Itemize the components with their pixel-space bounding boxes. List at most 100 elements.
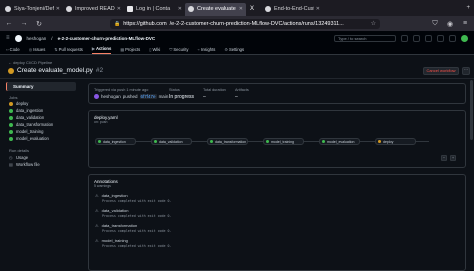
- graph-node-model-evaluation[interactable]: model_evaluation: [319, 138, 360, 145]
- success-check-icon: [266, 140, 269, 143]
- account-icon[interactable]: ◉: [446, 20, 454, 28]
- artifacts-label: Artifacts: [235, 88, 249, 92]
- more-options-icon[interactable]: ⋯: [462, 67, 470, 75]
- browser-tab[interactable]: Improved README✕: [63, 3, 124, 16]
- success-check-icon: [9, 115, 13, 120]
- workflow-trigger: on: push: [94, 120, 108, 124]
- warning-icon: ⚠: [95, 238, 99, 243]
- github-icon: [188, 6, 194, 12]
- copilot-icon[interactable]: [401, 34, 408, 42]
- actor-link[interactable]: heshogan: [101, 94, 121, 99]
- url-host: https://github.com: [123, 20, 167, 27]
- warning-icon: ⚠: [95, 193, 99, 198]
- bookmark-star-icon[interactable]: ☆: [371, 20, 376, 27]
- sidebar-item-summary[interactable]: Summary: [6, 82, 76, 91]
- url-bar[interactable]: 🔒 https://github.com/e-2-2-customer-chur…: [110, 18, 380, 29]
- close-icon[interactable]: ✕: [239, 6, 243, 12]
- workflow-graph: deploy.yaml on: push data_ingestion data…: [88, 110, 466, 168]
- annotations-count: 5 warnings: [94, 184, 111, 188]
- browser-nav-bar: ← → ↻ 🔒 https://github.com/e-2-2-custome…: [0, 16, 474, 31]
- reload-icon[interactable]: ↻: [35, 20, 43, 28]
- success-check-icon: [9, 122, 13, 127]
- success-check-icon: [9, 129, 13, 134]
- close-icon[interactable]: ✕: [56, 6, 60, 12]
- login-icon: [127, 6, 133, 12]
- browser-tab[interactable]: Siya-Tonjeni/Def ✕: [2, 3, 63, 16]
- jobs-heading: Jobs: [9, 95, 18, 100]
- tab-settings[interactable]: ⚙ Settings: [224, 47, 244, 54]
- tab-actions[interactable]: ▶ Actions: [91, 46, 112, 54]
- pull-requests-icon[interactable]: [437, 34, 444, 42]
- back-icon[interactable]: ←: [5, 20, 13, 27]
- lock-icon: 🔒: [114, 20, 121, 27]
- tab-insights[interactable]: ⌁ Insights: [198, 47, 216, 54]
- graph-node-data-ingestion[interactable]: data_ingestion: [95, 138, 136, 145]
- graph-icon: ⌁: [197, 47, 200, 52]
- warning-icon: ⚠: [95, 208, 99, 213]
- tab-pull-requests[interactable]: ⇅ Pull requests: [54, 47, 83, 54]
- breadcrumb-repo[interactable]: e-2-2-customer-churn-prediction-MLflow-D…: [58, 36, 156, 41]
- code-icon: ‹›: [6, 47, 9, 52]
- breadcrumb-owner[interactable]: heshogan: [27, 36, 47, 41]
- forward-icon[interactable]: →: [20, 20, 28, 27]
- close-icon[interactable]: ✕: [117, 6, 121, 12]
- close-icon[interactable]: ✕: [178, 6, 182, 12]
- annotation-item[interactable]: ⚠ model_training Process completed with e…: [95, 238, 435, 248]
- new-tab-icon[interactable]: +: [466, 5, 470, 11]
- sidebar-item-workflow-file[interactable]: ▤ Workflow file: [9, 162, 40, 167]
- cancel-workflow-button[interactable]: Cancel workflow: [423, 67, 459, 75]
- issues-icon[interactable]: [425, 34, 432, 42]
- sidebar-item-usage[interactable]: ◷ Usage: [9, 155, 28, 160]
- sidebar-job-data-ingestion[interactable]: data_ingestion: [9, 108, 43, 113]
- tab-security[interactable]: ⛉ Security: [169, 47, 188, 54]
- run-sidebar: Summary Jobs deploy data_ingestion data_…: [0, 80, 82, 271]
- status-label: Status: [169, 88, 180, 92]
- tab-issues[interactable]: ◎ Issues: [29, 47, 46, 54]
- issue-icon: ◎: [28, 47, 33, 52]
- run-number: #2: [95, 67, 104, 74]
- in-progress-status-icon: [8, 67, 14, 74]
- close-icon[interactable]: ✕: [316, 6, 320, 12]
- annotation-item[interactable]: ⚠ data_ingestion Process completed with e…: [95, 193, 435, 203]
- browser-tab[interactable]: X: [246, 3, 262, 16]
- sidebar-job-deploy[interactable]: deploy: [9, 101, 28, 106]
- run-title: Create evaluate_model.py: [17, 67, 93, 74]
- menu-icon[interactable]: ≡: [461, 20, 469, 28]
- graph-node-model-training[interactable]: model_training: [263, 138, 304, 145]
- tab-projects[interactable]: ▦ Projects: [120, 47, 140, 54]
- hamburger-icon[interactable]: ≡: [6, 35, 10, 41]
- sidebar-job-data-transformation[interactable]: data_transformation: [9, 122, 53, 127]
- browser-tab[interactable]: Log in | Conta ✕: [124, 3, 185, 16]
- branch-name[interactable]: main: [159, 94, 169, 99]
- avatar: [94, 94, 99, 99]
- browser-tab[interactable]: End-to-End-Cust ✕: [262, 3, 323, 16]
- graph-node-deploy[interactable]: deploy: [375, 138, 416, 145]
- shield-icon[interactable]: ⛉: [431, 20, 439, 28]
- annotation-item[interactable]: ⚠ data_validation Process completed with …: [95, 208, 435, 218]
- inbox-icon[interactable]: [449, 34, 456, 42]
- sidebar-job-data-validation[interactable]: data_validation: [9, 115, 44, 120]
- book-icon: ▯: [149, 47, 152, 52]
- repo-tabs: ‹› Code ◎ Issues ⇅ Pull requests ▶ Actions ▦…: [0, 45, 474, 55]
- browser-tab-strip: Siya-Tonjeni/Def✕ Improved README✕ Log i…: [0, 0, 474, 16]
- file-icon: ▤: [9, 162, 13, 167]
- graph-node-data-validation[interactable]: data_validation: [151, 138, 192, 145]
- url-path: /e-2-2-customer-churn-prediction-MLflow-…: [169, 20, 344, 27]
- avatar[interactable]: [461, 34, 468, 42]
- sidebar-job-model-evaluation[interactable]: model_evaluation: [9, 136, 49, 141]
- search-input[interactable]: Type / to search: [334, 34, 396, 42]
- github-logo-icon[interactable]: [14, 34, 22, 42]
- plus-icon[interactable]: [413, 34, 420, 42]
- tab-wiki[interactable]: ▯ Wiki: [149, 47, 160, 54]
- commit-sha-link[interactable]: 6f7f47e: [139, 94, 157, 99]
- sidebar-job-model-training[interactable]: model_training: [9, 129, 43, 134]
- annotation-item[interactable]: ⚠ data_transformation Process completed w…: [95, 223, 435, 233]
- browser-tab-active[interactable]: Create evaluate ✕: [185, 2, 246, 16]
- zoom-in-button[interactable]: +: [450, 155, 456, 161]
- tab-code[interactable]: ‹› Code: [6, 47, 20, 54]
- zoom-out-button[interactable]: −: [441, 155, 447, 161]
- graph-node-data-transformation[interactable]: data_transformation: [207, 138, 248, 145]
- table-icon: ▦: [120, 47, 125, 52]
- back-to-workflow-link[interactable]: ← deploy CI/CD Pipeline: [8, 60, 52, 65]
- scrollbar[interactable]: [470, 80, 473, 140]
